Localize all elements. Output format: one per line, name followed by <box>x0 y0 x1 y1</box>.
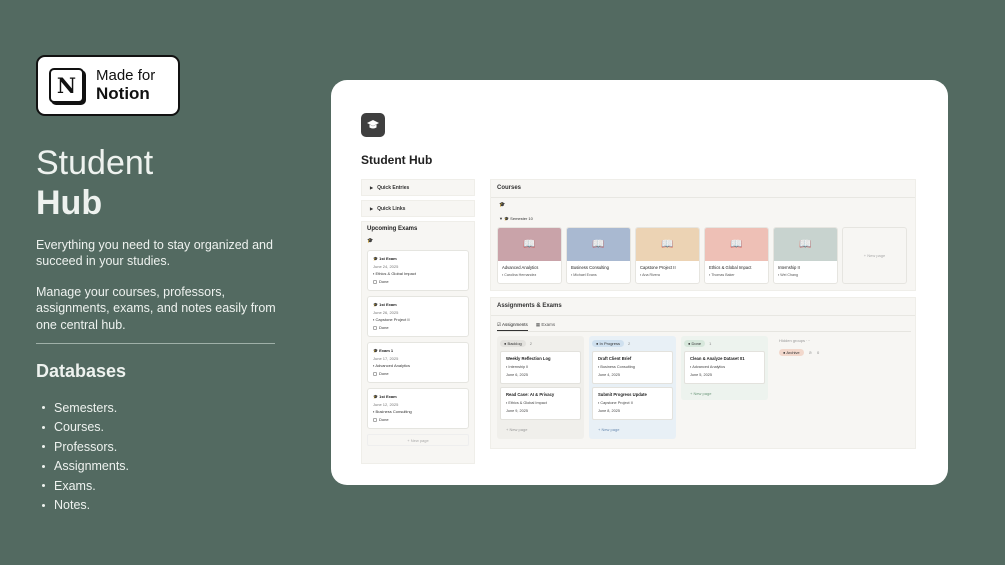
exam-card[interactable]: 🎓 1st Exam June 12, 2025 ▪ Business Cons… <box>367 388 469 429</box>
bullet-icon <box>42 425 45 429</box>
cap-icon: 🎓 <box>367 238 374 244</box>
course-card[interactable]: 📖 Capstone Project II ▪ Ana Rivera <box>635 227 700 284</box>
status-tag[interactable]: ● Done <box>684 339 706 347</box>
divider <box>497 331 911 332</box>
course-card[interactable]: 📖 Business Consulting ▪ Michael Evans <box>566 227 631 284</box>
triangle-right-icon: ▶ <box>370 206 374 211</box>
hero-description-1: Everything you need to stay organized an… <box>36 238 273 269</box>
toggle-quick-entries[interactable]: ▶ Quick Entries <box>361 179 475 196</box>
cap-icon: 🎓 <box>499 202 506 208</box>
database-item: Exams. <box>42 476 129 496</box>
status-tag[interactable]: ● In Progress <box>592 339 624 347</box>
new-page-button[interactable]: + New page <box>367 434 469 446</box>
book-icon: 📖 <box>498 228 561 261</box>
database-item: Professors. <box>42 437 129 457</box>
courses-title: Courses <box>497 185 522 191</box>
status-tag[interactable]: ● Backlog <box>500 339 526 347</box>
app-screenshot-card: Student Hub ▶ Quick Entries ▶ Quick Links … <box>331 80 948 485</box>
bullet-icon <box>42 406 45 410</box>
add-page-button[interactable]: + New page <box>500 423 581 436</box>
bullet-icon <box>42 503 45 507</box>
badge-line1: Made for <box>96 67 156 85</box>
bullet-icon <box>42 484 45 488</box>
hero-title-line2: Hub <box>36 184 103 222</box>
divider <box>491 315 915 316</box>
view-tabs: ☑ Assignments ▦ Exams <box>497 322 555 331</box>
bullet-icon <box>42 464 45 468</box>
status-tag[interactable]: ● Archive <box>779 349 804 356</box>
book-icon: 📖 <box>567 228 630 261</box>
notion-logo-icon: N <box>49 68 84 103</box>
more-icon[interactable]: ··· <box>806 338 810 343</box>
upcoming-exams-title: Upcoming Exams <box>367 226 418 232</box>
semester-group[interactable]: ▼ 🎓 Semester 10 <box>499 216 533 221</box>
upcoming-exams-section: Upcoming Exams 🎓 🎓 1st Exam June 24, 202… <box>361 221 475 464</box>
course-card[interactable]: 📖 Advanced Analytics ▪ Carolina Hernande… <box>497 227 562 284</box>
page-title: Student Hub <box>361 153 433 167</box>
made-for-notion-badge: N Made for Notion <box>36 55 180 116</box>
triangle-right-icon: ▶ <box>370 185 374 190</box>
tab-assignments[interactable]: ☑ Assignments <box>497 322 528 331</box>
course-card[interactable]: 📖 Ethics & Global Impact ▪ Thomas Baker <box>704 227 769 284</box>
exam-card[interactable]: 🎓 Exam 1 June 17, 2025 ▪ Advanced Analyt… <box>367 342 469 383</box>
assignments-section: Assignments & Exams ☑ Assignments ▦ Exam… <box>490 297 916 449</box>
database-item: Courses. <box>42 418 129 438</box>
database-item: Notes. <box>42 496 129 516</box>
assignment-card[interactable]: Clean & Analyze Dataset 01 ▪ Advanced An… <box>684 351 765 384</box>
assignment-card[interactable]: Submit Progress Update ▪ Capstone Projec… <box>592 387 673 420</box>
book-icon: 📖 <box>636 228 699 261</box>
add-page-button[interactable]: + New page <box>592 423 673 436</box>
left-column: ▶ Quick Entries ▶ Quick Links Upcoming Exa… <box>361 179 475 464</box>
database-item: Assignments. <box>42 457 129 477</box>
archive-group[interactable]: ● Archive ⊘ 0 <box>779 349 819 356</box>
graduation-cap-icon <box>361 113 385 137</box>
checkbox[interactable] <box>373 279 377 284</box>
toggle-quick-links[interactable]: ▶ Quick Links <box>361 200 475 217</box>
assignment-card[interactable]: Draft Client Brief ▪ Business Consulting… <box>592 351 673 384</box>
kanban-board: ● Backlog 2 Weekly Reflection Log ▪ Inter… <box>497 336 768 439</box>
databases-list: Semesters. Courses. Professors. Assignme… <box>42 398 129 515</box>
divider <box>491 197 915 198</box>
exam-card[interactable]: 🎓 1st Exam June 26, 2025 ▪ Capstone Proj… <box>367 296 469 337</box>
courses-gallery: 📖 Advanced Analytics ▪ Carolina Hernande… <box>497 227 907 284</box>
divider <box>36 343 275 344</box>
course-card[interactable]: 📖 Internship II ▪ Wei Chang <box>773 227 838 284</box>
hidden-groups-label: Hidden groups ··· <box>779 338 811 343</box>
new-course-button[interactable]: + New page <box>842 227 907 284</box>
kanban-column-in-progress: ● In Progress 2 Draft Client Brief ▪ Busi… <box>589 336 676 439</box>
databases-title: Databases <box>36 361 127 381</box>
assignment-card[interactable]: Weekly Reflection Log ▪ Internship II Ju… <box>500 351 581 384</box>
assignment-card[interactable]: Read Case: AI & Privacy ▪ Ethics & Globa… <box>500 387 581 420</box>
kanban-column-backlog: ● Backlog 2 Weekly Reflection Log ▪ Inter… <box>497 336 584 439</box>
database-item: Semesters. <box>42 398 129 418</box>
book-icon: 📖 <box>705 228 768 261</box>
tab-exams[interactable]: ▦ Exams <box>536 322 555 331</box>
exam-card[interactable]: 🎓 1st Exam June 24, 2025 ▪ Ethics & Glob… <box>367 250 469 291</box>
hero-title-line1: Student <box>36 144 154 182</box>
checkbox[interactable] <box>373 417 377 422</box>
book-icon: 📖 <box>774 228 837 261</box>
add-page-button[interactable]: + New page <box>684 387 765 400</box>
hero-description-2: Manage your courses, professors, assignm… <box>36 285 276 332</box>
kanban-column-done: ● Done 1 Clean & Analyze Dataset 01 ▪ Adv… <box>681 336 768 400</box>
bullet-icon <box>42 445 45 449</box>
courses-section: Courses 🎓 ▼ 🎓 Semester 10 📖 Advanced Ana… <box>490 179 916 291</box>
checkbox[interactable] <box>373 325 377 330</box>
badge-line2: Notion <box>96 84 150 104</box>
assignments-title: Assignments & Exams <box>497 303 562 309</box>
checkbox[interactable] <box>373 371 377 376</box>
eye-off-icon[interactable]: ⊘ <box>809 350 812 355</box>
